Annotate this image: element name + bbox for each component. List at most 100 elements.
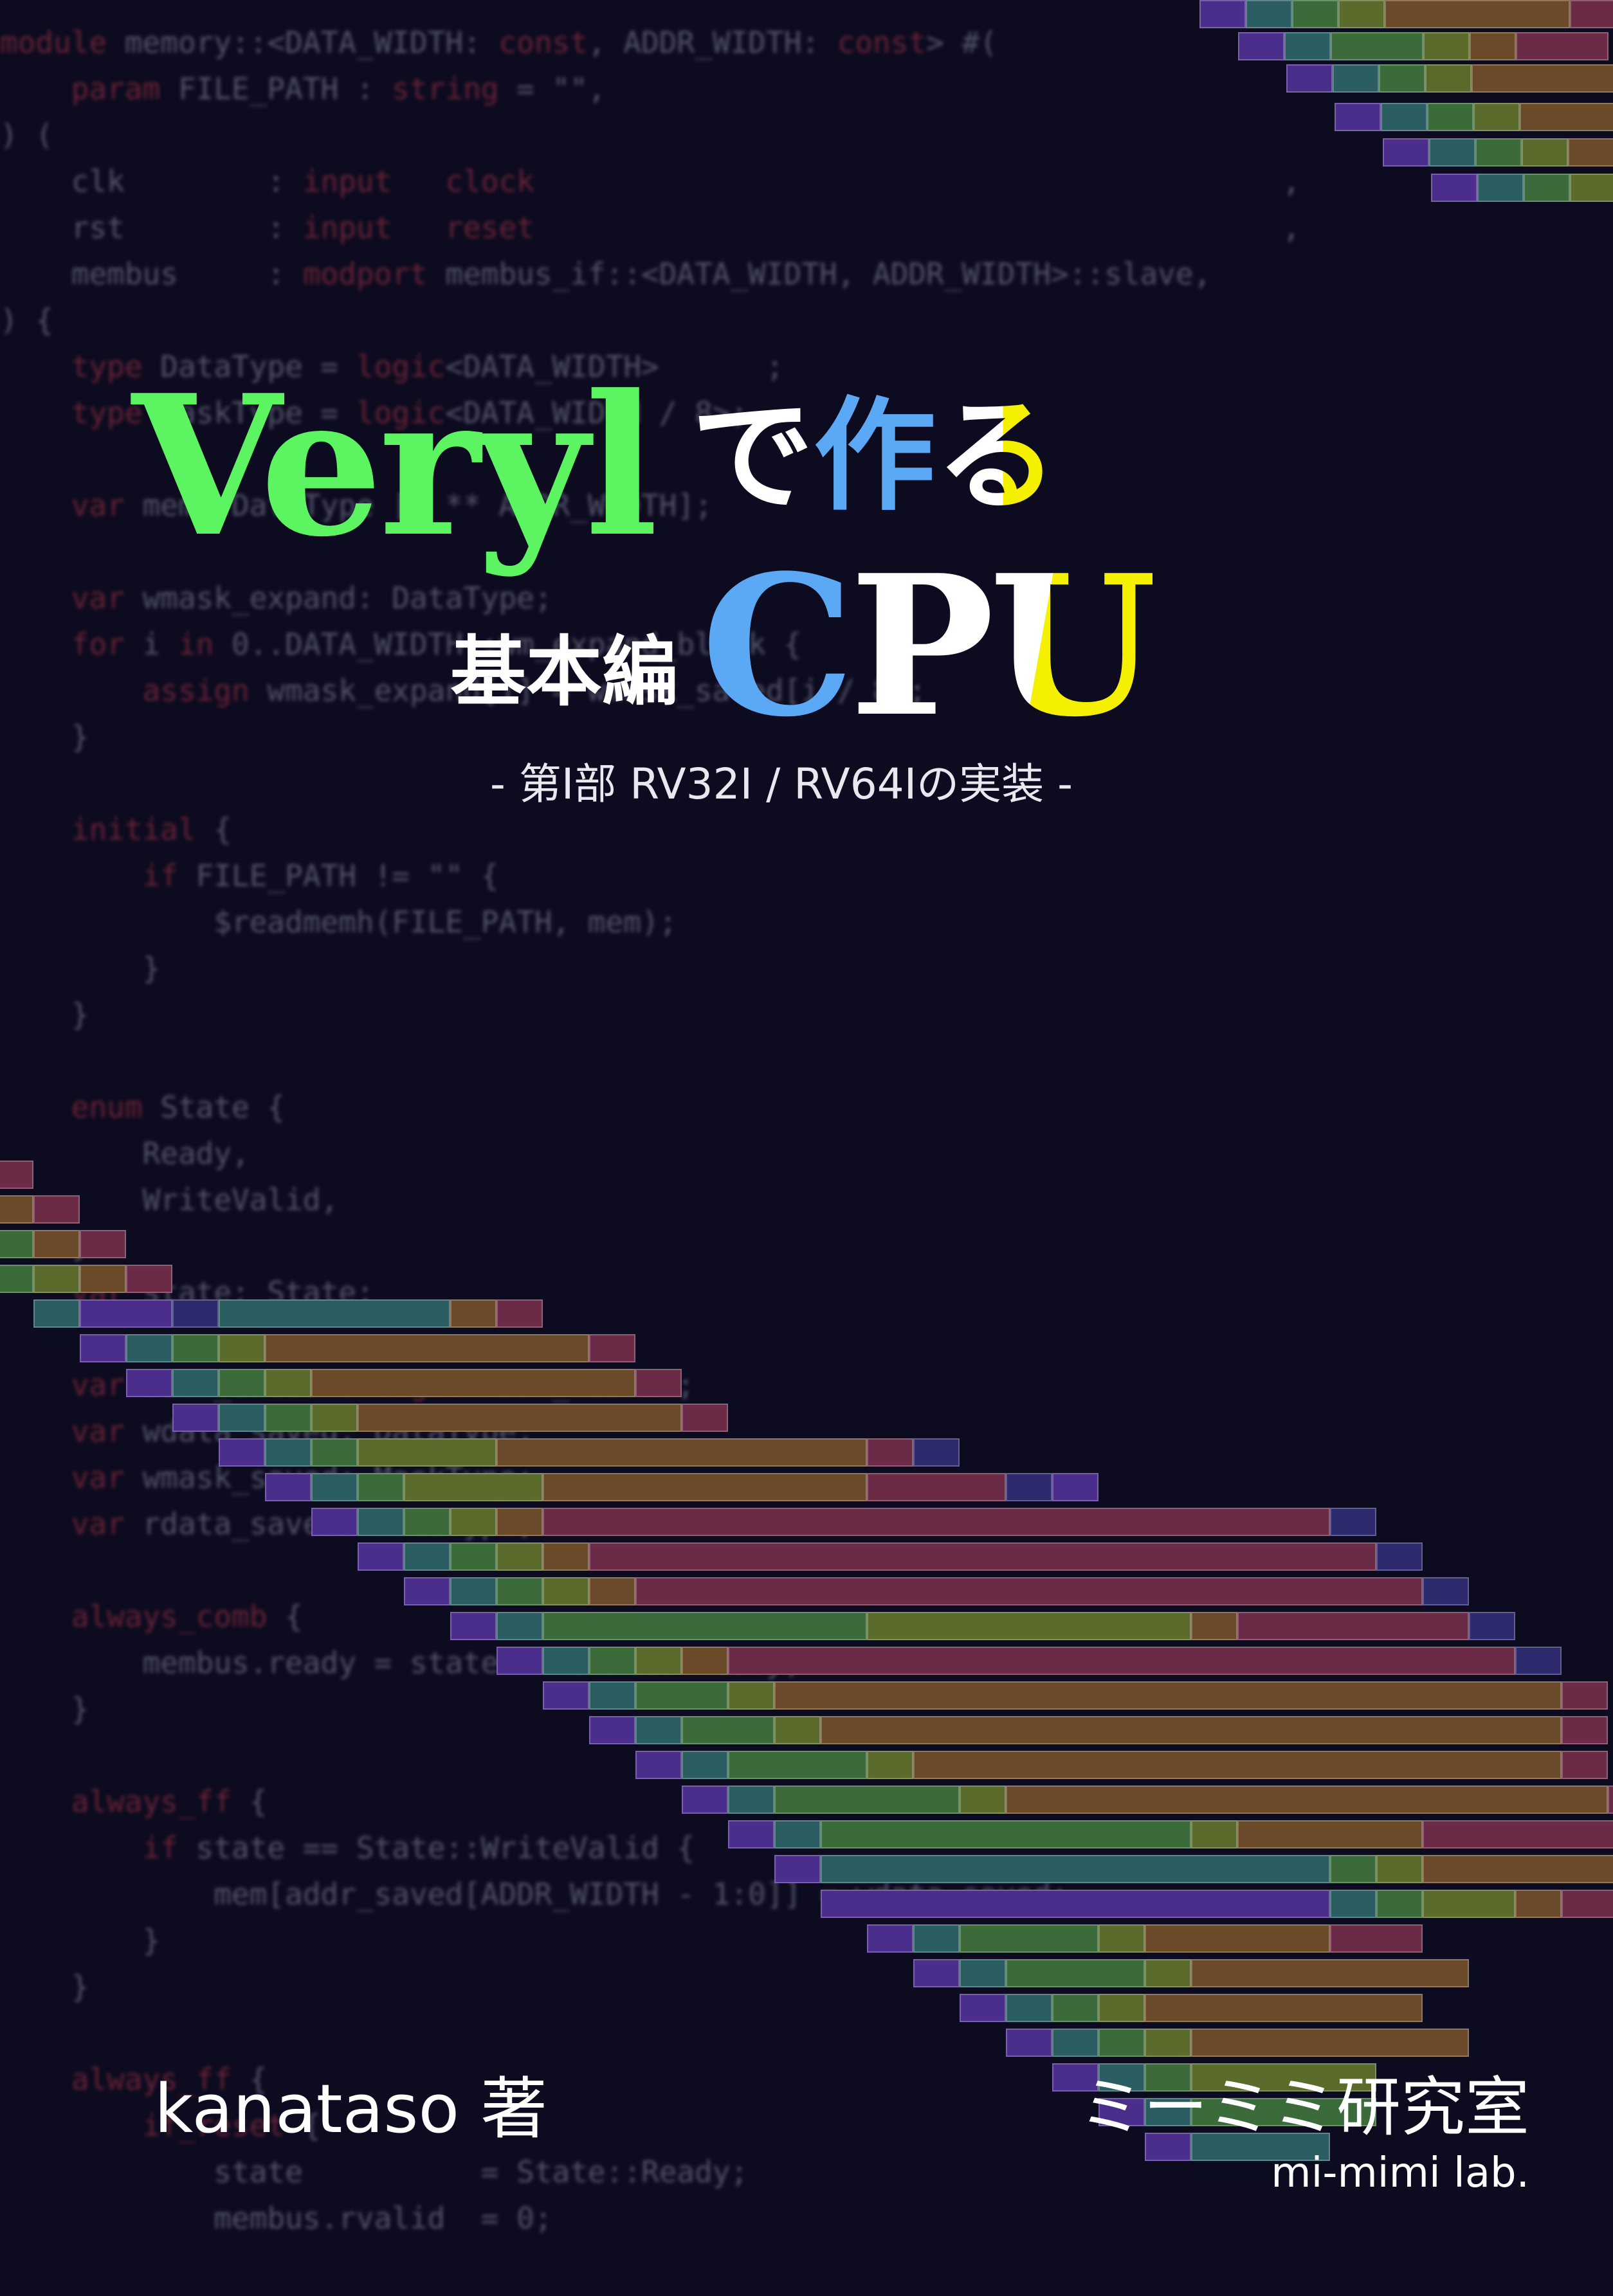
pipeline-segment [80,1299,172,1328]
pipeline-segment [682,1647,728,1675]
pipeline-segment [682,1751,728,1779]
pipeline-segment [497,1438,867,1467]
pipeline-segment [126,1334,172,1362]
pipeline-segment [219,1299,450,1328]
pipeline-segment [358,1473,404,1501]
pipeline-segment [1052,2029,1098,2057]
pipeline-segment [1570,174,1613,202]
pipeline-segment [1472,64,1613,93]
pipeline-segment [1376,1542,1423,1571]
pipeline-segment [1423,1890,1515,1918]
pipeline-segment [80,1265,126,1293]
pipeline-segment [589,1716,635,1744]
pipeline-segment [1470,32,1516,60]
pipeline-segment [0,1230,33,1258]
pipeline-segment [404,1577,450,1605]
pipeline-segment [1516,32,1608,60]
pipeline-segment [682,1716,774,1744]
pipeline-segment [543,1542,589,1571]
publisher-en: mi-mimi lab. [1271,2149,1529,2197]
pipeline-segment [311,1438,358,1467]
pipeline-segment [774,1820,821,1849]
pipeline-segment [1246,0,1292,28]
pipeline-segment [1145,1959,1191,1987]
pipeline-segment [1469,1612,1515,1640]
pipeline-segment [1006,2029,1052,2057]
pipeline-segment [1006,1473,1052,1501]
pipeline-segment [0,1161,33,1189]
pipeline-segment [1562,1751,1608,1779]
pipeline-segment [219,1334,265,1362]
pipeline-segment [682,1404,728,1432]
pipeline-segment [1238,32,1284,60]
pipeline-segment [1568,138,1613,167]
pipeline-segment [404,1473,543,1501]
pipeline-segment [1098,2029,1145,2057]
pipeline-segment [1379,64,1425,93]
pipeline-segment [1423,1855,1613,1883]
title-cpu-p: P [849,532,995,759]
pipeline-segment [960,1994,1006,2022]
title-cpu-u: U [989,532,1158,759]
pipeline-segment [1286,64,1333,93]
pipeline-segment [1330,1890,1376,1918]
pipeline-segment [728,1820,774,1849]
pipeline-segment [33,1195,80,1224]
pipeline-segment [265,1473,311,1501]
title-de-tsukuru: で作る [691,386,1058,527]
pipeline-segment [1376,1855,1423,1883]
pipeline-segment [1098,1924,1145,1953]
pipeline-segment [497,1508,543,1536]
pipeline-segment [774,1716,821,1744]
pipeline-segment [728,1647,1515,1675]
pipeline-segment [913,1959,960,1987]
pipeline-segment [543,1508,1330,1536]
pipeline-segment [543,1473,867,1501]
pipeline-segment [543,1577,589,1605]
pipeline-segment [1330,1924,1423,1953]
title-cpu: CPU [701,543,1158,749]
pipeline-segment [1515,1890,1562,1918]
pipeline-segment [635,1716,682,1744]
pipeline-segment [1335,103,1381,131]
title-series: 基本編 [450,628,679,716]
pipeline-segment [1145,1924,1330,1953]
pipeline-segment [635,1369,682,1397]
pipeline-segment [821,1716,1562,1744]
pipeline-segment [311,1508,358,1536]
pipeline-segment [1237,1820,1423,1849]
pipeline-segment [1562,1890,1613,1918]
pipeline-segment [1052,1994,1098,2022]
pipeline-segment [497,1542,543,1571]
pipeline-segment [1052,1473,1098,1501]
pipeline-segment [33,1265,80,1293]
pipeline-segment [33,1230,80,1258]
pipeline-segment [774,1681,1562,1710]
pipeline-segment [404,1508,450,1536]
pipeline-segment [589,1681,635,1710]
pipeline-segment [1431,174,1477,202]
pipeline-segment [1199,0,1246,28]
pipeline-segment [821,1855,1330,1883]
pipeline-segment [1570,0,1613,28]
pipeline-segment [543,1681,589,1710]
pipeline-segment [1191,1612,1237,1640]
pipeline-segment [80,1334,126,1362]
pipeline-segment [1237,1612,1469,1640]
title-de: で [691,385,814,527]
pipeline-segment [774,1785,960,1814]
pipeline-segment [635,1751,682,1779]
publisher-ja: ミーミミ研究室 [1079,2070,1529,2145]
pipeline-segment [1429,138,1475,167]
pipeline-segment [1284,32,1331,60]
pipeline-segment [172,1299,219,1328]
pipeline-segment [682,1785,728,1814]
pipeline-segment [1330,1508,1376,1536]
pipeline-segment [1381,103,1427,131]
pipeline-segment [635,1577,1423,1605]
pipeline-segment [1423,1820,1613,1849]
pipeline-segment [960,1959,1006,1987]
pipeline-segment [1562,1716,1608,1744]
pipeline-segment [497,1612,543,1640]
pipeline-segment [821,1890,1330,1918]
